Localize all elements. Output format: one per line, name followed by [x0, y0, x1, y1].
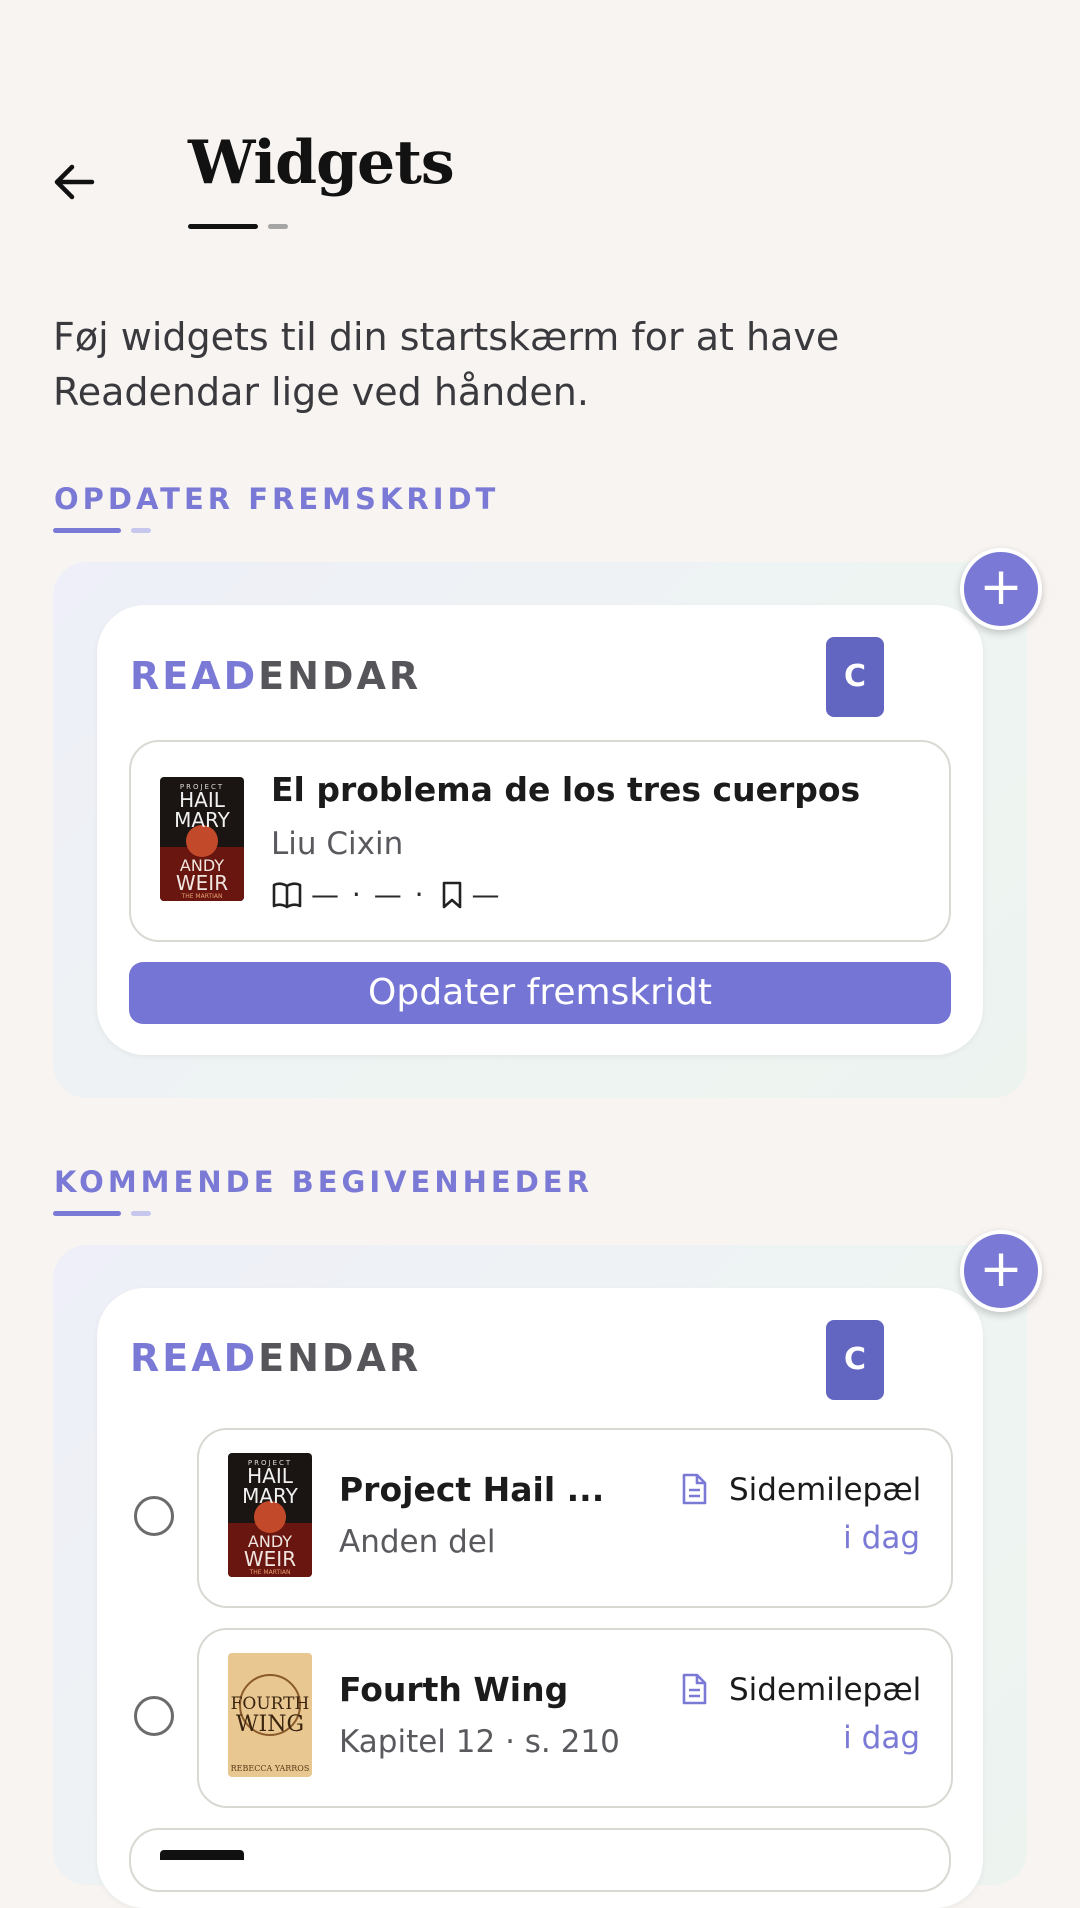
- event-book-title: Project Hail ...: [339, 1470, 605, 1509]
- progress-row: — · — · —: [271, 878, 500, 911]
- plus-icon: +: [979, 1239, 1023, 1299]
- svg-text:MARY: MARY: [174, 808, 231, 832]
- event-date: i dag: [843, 1720, 920, 1756]
- update-progress-button[interactable]: Opdater fremskridt: [129, 962, 951, 1024]
- page-title: Widgets: [188, 128, 455, 198]
- book-cover: PROJECT HAIL MARY ANDY WEIR THE MARTIAN: [228, 1453, 312, 1577]
- open-book-icon: [272, 881, 302, 908]
- event-date: i dag: [843, 1520, 920, 1556]
- book-cover: PROJECT HAIL MARY ANDY WEIR THE MARTIAN: [160, 777, 244, 901]
- svg-text:WING: WING: [236, 1712, 304, 1737]
- back-arrow-icon: [54, 164, 95, 200]
- document-icon: [682, 1673, 707, 1705]
- svg-text:WEIR: WEIR: [176, 871, 228, 895]
- add-widget-button[interactable]: +: [960, 548, 1042, 630]
- book-cover: FOURTH WING REBECCA YARROS: [228, 1653, 312, 1777]
- title-underline-dot: [268, 224, 288, 229]
- book-cover: [160, 1850, 244, 1860]
- document-icon: [682, 1473, 707, 1505]
- calendar-badge[interactable]: C: [826, 1320, 884, 1400]
- book-author: Liu Cixin: [271, 826, 404, 862]
- intro-text: Føj widgets til din startskærm for at ha…: [53, 315, 840, 414]
- svg-text:FOURTH: FOURTH: [231, 1694, 310, 1714]
- event-book-part: Anden del: [339, 1524, 496, 1560]
- event-checkbox[interactable]: [134, 1496, 174, 1536]
- event-book-part: Kapitel 12 · s. 210: [339, 1724, 620, 1760]
- event-type: Sidemilepæl: [729, 1472, 922, 1508]
- event-book-title: Fourth Wing: [339, 1670, 569, 1709]
- back-button[interactable]: [52, 160, 96, 204]
- plus-icon: +: [979, 557, 1023, 617]
- book-title: El problema de los tres cuerpos: [271, 770, 861, 809]
- event-card[interactable]: [129, 1828, 951, 1892]
- section-underline-dot: [131, 528, 151, 533]
- svg-text:THE MARTIAN: THE MARTIAN: [181, 893, 223, 900]
- section-label-update-progress: OPDATER FREMSKRIDT: [54, 482, 500, 516]
- brand-logo: READENDAR: [130, 654, 422, 698]
- svg-text:THE MARTIAN: THE MARTIAN: [249, 1569, 291, 1576]
- bookmark-icon: [442, 881, 461, 908]
- add-widget-button[interactable]: +: [960, 1230, 1042, 1312]
- section-underline: [53, 528, 121, 533]
- title-underline: [188, 224, 258, 229]
- svg-text:MARY: MARY: [242, 1484, 299, 1508]
- event-type: Sidemilepæl: [729, 1672, 922, 1708]
- svg-text:WEIR: WEIR: [244, 1547, 296, 1571]
- section-label-upcoming-events: KOMMENDE BEGIVENHEDER: [54, 1165, 593, 1199]
- section-underline-dot: [131, 1211, 151, 1216]
- svg-text:REBECCA YARROS: REBECCA YARROS: [231, 1764, 310, 1773]
- section-underline: [53, 1211, 121, 1216]
- calendar-badge[interactable]: C: [826, 637, 884, 717]
- event-checkbox[interactable]: [134, 1696, 174, 1736]
- brand-logo: READENDAR: [130, 1336, 422, 1380]
